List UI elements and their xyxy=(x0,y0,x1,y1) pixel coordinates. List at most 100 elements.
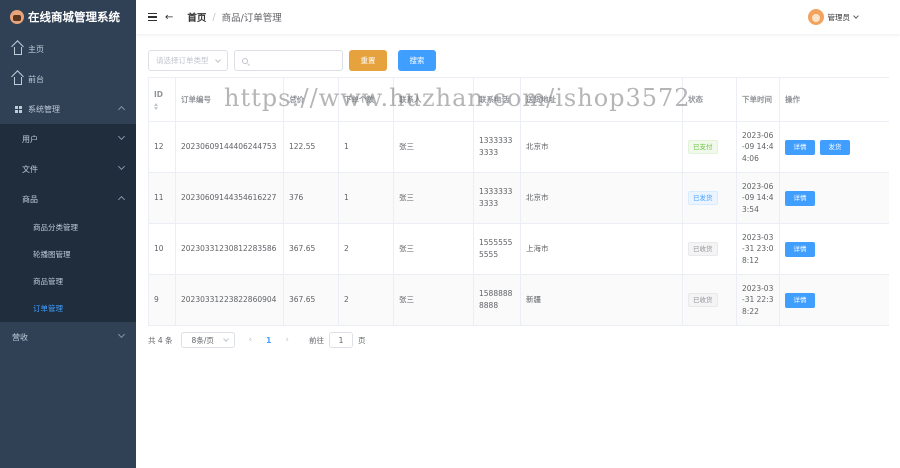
sidebar-item-label: 营收 xyxy=(12,332,28,342)
reset-button[interactable]: 重置 xyxy=(349,50,387,71)
sidebar-item-files[interactable]: 文件 xyxy=(0,154,136,184)
cell-order-no: 20230331230812283586 xyxy=(176,224,284,274)
breadcrumb-home[interactable]: 首页 xyxy=(187,10,206,24)
cell-status: 已收货 xyxy=(683,224,737,274)
cell-actions: 详情 xyxy=(780,173,889,223)
sidebar-item-goods-manage[interactable]: 商品管理 xyxy=(0,268,136,295)
sidebar-item-frontend[interactable]: 前台 xyxy=(0,64,136,94)
sidebar-item-orders[interactable]: 订单管理 xyxy=(0,295,136,322)
sidebar-item-label: 轮播图管理 xyxy=(33,250,71,259)
chevron-up-icon xyxy=(117,105,126,114)
cell-contact: 张三 xyxy=(394,275,474,325)
sort-icon[interactable] xyxy=(154,103,158,111)
sidebar: 在线商城管理系统 主页 前台 系统管理 用户 文件 商品 商品分类管理 轮播图管… xyxy=(0,0,136,468)
table-row: 10 20230331230812283586 367.65 2 张三 1555… xyxy=(149,224,889,275)
column-header: 操作 xyxy=(785,94,800,104)
cell-time: 2023-03-31 22:38:22 xyxy=(737,275,780,325)
sidebar-item-users[interactable]: 用户 xyxy=(0,124,136,154)
user-menu[interactable]: 管理员 xyxy=(807,9,859,25)
chevron-down-icon xyxy=(117,162,126,171)
sidebar-item-label: 订单管理 xyxy=(33,304,63,313)
house-icon xyxy=(12,74,24,85)
breadcrumb-current: 商品/订单管理 xyxy=(221,13,282,24)
cell-address: 上海市 xyxy=(521,224,683,274)
column-header: 联系电话 xyxy=(474,78,521,121)
back-arrow-icon[interactable]: ← xyxy=(165,12,173,23)
cell-order-no: 20230609144354616227 xyxy=(176,173,284,223)
sidebar-item-system[interactable]: 系统管理 xyxy=(0,94,136,124)
goto-label: 前往 xyxy=(308,335,324,345)
hamburger-icon[interactable] xyxy=(148,12,157,22)
column-header-id[interactable]: ID xyxy=(149,78,176,121)
cell-id: 9 xyxy=(149,275,176,325)
cell-time: 2023-06-09 14:44:06 xyxy=(737,122,780,172)
cell-time: 2023-03-31 23:08:12 xyxy=(737,224,780,274)
cell-status: 已发货 xyxy=(683,173,737,223)
status-badge: 已收货 xyxy=(688,242,718,256)
cell-total: 376 xyxy=(284,173,339,223)
ship-button[interactable]: 发货 xyxy=(820,139,850,155)
cell-order-no: 20230331223822860904 xyxy=(176,275,284,325)
chevron-down-icon xyxy=(215,57,221,63)
sidebar-item-label: 用户 xyxy=(22,134,38,144)
search-input[interactable] xyxy=(252,56,332,65)
order-type-select[interactable]: 请选择订单类型 xyxy=(148,50,228,71)
cell-total: 122.55 xyxy=(284,122,339,172)
table-row: 9 20230331223822860904 367.65 2 张三 15888… xyxy=(149,275,889,326)
column-header: 联系人 xyxy=(394,78,474,121)
sidebar-item-goods[interactable]: 商品 xyxy=(0,184,136,214)
next-page-icon[interactable]: › xyxy=(285,335,289,345)
chevron-down-icon xyxy=(117,330,126,339)
app-brand[interactable]: 在线商城管理系统 xyxy=(0,0,136,34)
status-badge: 已收货 xyxy=(688,293,718,307)
column-header: 下单时间 xyxy=(737,78,780,121)
cell-contact: 张三 xyxy=(394,173,474,223)
detail-button[interactable]: 详情 xyxy=(785,292,815,308)
page-number[interactable]: 1 xyxy=(266,336,271,345)
cell-count: 1 xyxy=(339,173,394,223)
sidebar-item-revenue[interactable]: 营收 xyxy=(0,322,136,352)
sidebar-item-category[interactable]: 商品分类管理 xyxy=(0,214,136,241)
cell-id: 10 xyxy=(149,224,176,274)
sidebar-item-label: 前台 xyxy=(28,74,44,84)
sidebar-item-label: 主页 xyxy=(28,44,44,54)
detail-button[interactable]: 详情 xyxy=(785,139,815,155)
order-type-placeholder: 请选择订单类型 xyxy=(156,56,209,65)
search-icon xyxy=(242,57,248,64)
breadcrumb-separator: / xyxy=(212,11,216,23)
search-button[interactable]: 搜索 xyxy=(398,50,436,71)
goto-page: 前往 1 页 xyxy=(308,332,365,348)
detail-button[interactable]: 详情 xyxy=(785,241,815,257)
cell-actions: 详情 xyxy=(780,224,889,274)
table-row: 12 20230609144406244753 122.55 1 张三 1333… xyxy=(149,122,889,173)
sidebar-item-carousel[interactable]: 轮播图管理 xyxy=(0,241,136,268)
logo-icon xyxy=(10,10,24,24)
cell-contact: 张三 xyxy=(394,122,474,172)
chevron-down-icon xyxy=(117,132,126,141)
cell-total: 367.65 xyxy=(284,275,339,325)
chevron-down-icon xyxy=(222,336,229,342)
sidebar-item-label: 商品 xyxy=(22,194,38,204)
app-title: 在线商城管理系统 xyxy=(28,10,120,24)
page-size-select[interactable]: 8条/页 xyxy=(180,332,235,348)
cell-id: 12 xyxy=(149,122,176,172)
cell-count: 1 xyxy=(339,122,394,172)
cell-contact: 张三 xyxy=(394,224,474,274)
sidebar-item-label: 系统管理 xyxy=(28,104,60,114)
goto-page-input[interactable]: 1 xyxy=(328,332,353,348)
sidebar-item-label: 文件 xyxy=(22,164,38,174)
cell-phone: 13333333333 xyxy=(474,122,521,172)
cell-order-no: 20230609144406244753 xyxy=(176,122,284,172)
avatar xyxy=(807,9,824,25)
pagination: 共 4 条 8条/页 ‹ 1 › 前往 1 页 xyxy=(148,332,365,348)
sidebar-item-home[interactable]: 主页 xyxy=(0,34,136,64)
cell-status: 已支付 xyxy=(683,122,737,172)
prev-page-icon[interactable]: ‹ xyxy=(249,335,253,345)
page-size-value: 8条/页 xyxy=(191,335,214,345)
cell-address: 北京市 xyxy=(521,122,683,172)
cell-count: 2 xyxy=(339,224,394,274)
cell-address: 新疆 xyxy=(521,275,683,325)
search-field[interactable] xyxy=(234,50,343,71)
cell-actions: 详情 发货 xyxy=(780,122,889,172)
detail-button[interactable]: 详情 xyxy=(785,190,815,206)
